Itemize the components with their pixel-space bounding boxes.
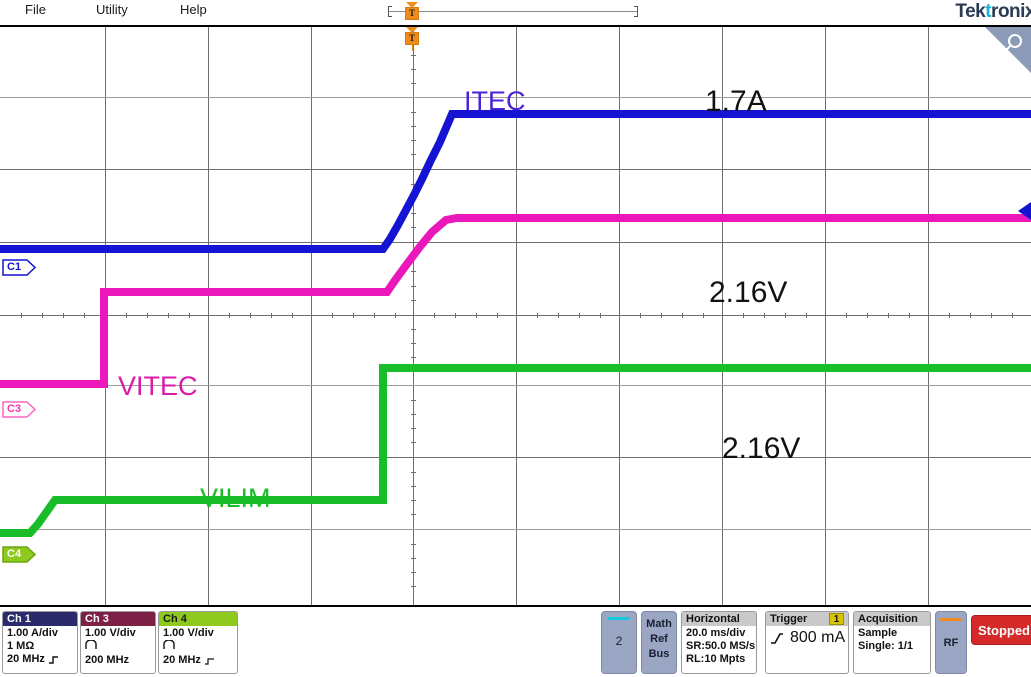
acquisition-badge[interactable]: Acquisition Sample Single: 1/1 bbox=[853, 611, 931, 674]
channel-badge-ch1-impedance: 1 MΩ bbox=[7, 640, 35, 652]
annotation-vilim-value: 2.16V bbox=[722, 432, 801, 465]
channel-marker-c3[interactable]: C3 bbox=[2, 401, 36, 418]
tektronix-logo: Tektronix bbox=[955, 1, 1031, 23]
math-label: Math bbox=[646, 618, 672, 630]
ref-label: Ref bbox=[650, 633, 668, 645]
horizontal-record-length: RL:10 Mpts bbox=[686, 653, 746, 665]
channel-badge-ch3-bandwidth: 200 MHz bbox=[85, 654, 130, 666]
bandwidth-filter-icon bbox=[204, 657, 214, 665]
annotation-vitec-label: VITEC bbox=[118, 371, 198, 401]
bus-label: Bus bbox=[648, 648, 670, 660]
trigger-badge[interactable]: Trigger 1 800 mA bbox=[765, 611, 849, 674]
dc-coupling-icon bbox=[163, 639, 175, 649]
trigger-level: 800 mA bbox=[790, 629, 846, 646]
menu-bar: File Utility Help T Tektronix bbox=[0, 0, 1031, 24]
channel-badge-ch3[interactable]: Ch 3 1.00 V/div 200 MHz bbox=[80, 611, 156, 674]
acquisition-badge-title: Acquisition bbox=[854, 612, 930, 626]
record-bar-left-cap bbox=[388, 6, 392, 17]
trace-vitec bbox=[0, 214, 1031, 388]
rising-edge-icon bbox=[771, 633, 783, 644]
channel-marker-c1-label: C1 bbox=[7, 261, 22, 273]
status-bar: Ch 1 1.00 A/div 1 MΩ 20 MHz Ch 3 1.00 V/… bbox=[0, 607, 1031, 677]
channel-badge-ch1-bandwidth: 20 MHz bbox=[7, 653, 45, 665]
dc-coupling-icon bbox=[85, 639, 97, 649]
channel-2-button[interactable]: 2 bbox=[601, 611, 637, 674]
acquisition-sequence: Single: 1/1 bbox=[858, 640, 914, 652]
menu-item-utility[interactable]: Utility bbox=[96, 2, 128, 17]
channel-2-color-bar bbox=[608, 617, 630, 620]
horizontal-badge-title: Horizontal bbox=[682, 612, 756, 626]
channel-badge-ch1-title: Ch 1 bbox=[3, 612, 77, 626]
run-stop-button[interactable]: Stopped bbox=[971, 615, 1031, 645]
record-bar-right-cap bbox=[634, 6, 638, 17]
rf-label: RF bbox=[943, 637, 959, 649]
waveform-graticule[interactable]: T C1 C3 C4 ITEC 1.7A VITEC 2.16V VILIM 2… bbox=[0, 25, 1031, 607]
channel-marker-c4[interactable]: C4 bbox=[2, 546, 36, 563]
rf-button[interactable]: RF bbox=[935, 611, 967, 674]
horizontal-scale: 20.0 ms/div bbox=[686, 627, 746, 639]
annotation-itec-label: ITEC bbox=[464, 86, 526, 116]
channel-level-arrow-right[interactable] bbox=[1018, 202, 1031, 220]
channel-2-label: 2 bbox=[615, 634, 623, 648]
trigger-marker-label: T bbox=[405, 7, 419, 20]
channel-badge-ch1-scale: 1.00 A/div bbox=[7, 627, 58, 639]
trigger-badge-title: Trigger bbox=[770, 613, 808, 625]
channel-marker-c1[interactable]: C1 bbox=[2, 259, 36, 276]
trigger-source-indicator: 1 bbox=[829, 613, 844, 625]
annotation-vilim-label: VILIM bbox=[200, 483, 271, 513]
logo-text-a: Tek bbox=[955, 1, 986, 22]
annotation-vitec-value: 2.16V bbox=[709, 276, 788, 309]
logo-text-b: ronix bbox=[991, 1, 1031, 22]
channel-badge-ch3-title: Ch 3 bbox=[81, 612, 155, 626]
channel-badge-ch4-bandwidth: 20 MHz bbox=[163, 654, 201, 666]
trigger-position-marker-top[interactable]: T bbox=[404, 2, 420, 20]
horizontal-sample-rate: SR:50.0 MS/s bbox=[686, 640, 756, 652]
record-bar-line bbox=[388, 11, 638, 12]
channel-badge-ch4-title: Ch 4 bbox=[159, 612, 237, 626]
math-ref-bus-button[interactable]: Math Ref Bus bbox=[641, 611, 677, 674]
channel-badge-ch4-scale: 1.00 V/div bbox=[163, 627, 214, 639]
channel-badge-ch1[interactable]: Ch 1 1.00 A/div 1 MΩ 20 MHz bbox=[2, 611, 78, 674]
menu-item-file[interactable]: File bbox=[25, 2, 46, 17]
record-length-bar[interactable] bbox=[388, 6, 638, 17]
trace-itec bbox=[0, 110, 1031, 253]
acquisition-mode: Sample bbox=[858, 627, 898, 639]
zoom-magnifier-icon[interactable] bbox=[985, 27, 1031, 73]
channel-marker-c3-label: C3 bbox=[7, 403, 22, 415]
current-probe-icon bbox=[48, 655, 58, 664]
rf-color-bar bbox=[940, 618, 962, 621]
channel-badge-ch3-scale: 1.00 V/div bbox=[85, 627, 136, 639]
channel-marker-c4-label: C4 bbox=[7, 548, 22, 560]
menu-item-help[interactable]: Help bbox=[180, 2, 207, 17]
channel-badge-ch4[interactable]: Ch 4 1.00 V/div 20 MHz bbox=[158, 611, 238, 674]
horizontal-badge[interactable]: Horizontal 20.0 ms/div SR:50.0 MS/s RL:1… bbox=[681, 611, 757, 674]
annotation-itec-value: 1.7A bbox=[705, 85, 767, 118]
